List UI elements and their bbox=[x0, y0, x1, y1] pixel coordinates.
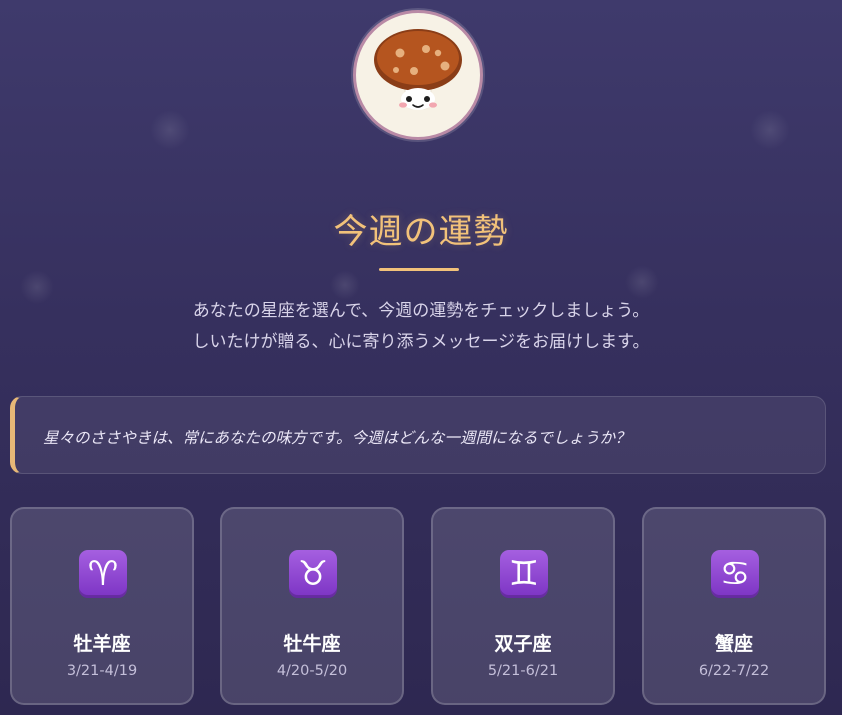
zodiac-card-taurus[interactable]: ♉ 牡牛座 4/20-5/20 bbox=[220, 507, 404, 705]
zodiac-dates: 4/20-5/20 bbox=[276, 663, 348, 679]
zodiac-dates: 5/21-6/21 bbox=[487, 663, 559, 679]
zodiac-dates: 6/22-7/22 bbox=[698, 663, 770, 679]
cancer-icon: ♋ bbox=[711, 550, 759, 598]
title-divider bbox=[379, 268, 459, 271]
background-sparkle bbox=[750, 110, 790, 150]
zodiac-name: 双子座 bbox=[494, 633, 552, 655]
zodiac-card-gemini[interactable]: ♊ 双子座 5/21-6/21 bbox=[431, 507, 615, 705]
aries-icon: ♈ bbox=[79, 550, 127, 598]
intro-text-line-1: あなたの星座を選んで、今週の運勢をチェックしましょう。 bbox=[192, 301, 650, 321]
quote-box: 星々のささやきは、常にあなたの味方です。今週はどんな一週間になるでしょうか？ bbox=[10, 396, 826, 474]
zodiac-name: 牡羊座 bbox=[73, 633, 131, 655]
taurus-icon: ♉ bbox=[289, 550, 337, 598]
zodiac-card-cancer[interactable]: ♋ 蟹座 6/22-7/22 bbox=[642, 507, 826, 705]
page-title: 今週の運勢 bbox=[333, 212, 509, 252]
zodiac-name: 牡牛座 bbox=[283, 633, 341, 655]
shiitake-mushroom-icon bbox=[374, 29, 462, 110]
intro-text-line-2: しいたけが贈る、心に寄り添うメッセージをお届けします。 bbox=[192, 332, 650, 352]
background-sparkle bbox=[150, 110, 190, 150]
quote-text: 星々のささやきは、常にあなたの味方です。今週はどんな一週間になるでしょうか？ bbox=[43, 429, 631, 447]
zodiac-name: 蟹座 bbox=[714, 633, 753, 655]
gemini-icon: ♊ bbox=[500, 550, 548, 598]
zodiac-dates: 3/21-4/19 bbox=[66, 663, 138, 679]
zodiac-card-aries[interactable]: ♈ 牡羊座 3/21-4/19 bbox=[10, 507, 194, 705]
mascot-avatar bbox=[353, 10, 483, 140]
background-sparkle bbox=[625, 265, 659, 299]
